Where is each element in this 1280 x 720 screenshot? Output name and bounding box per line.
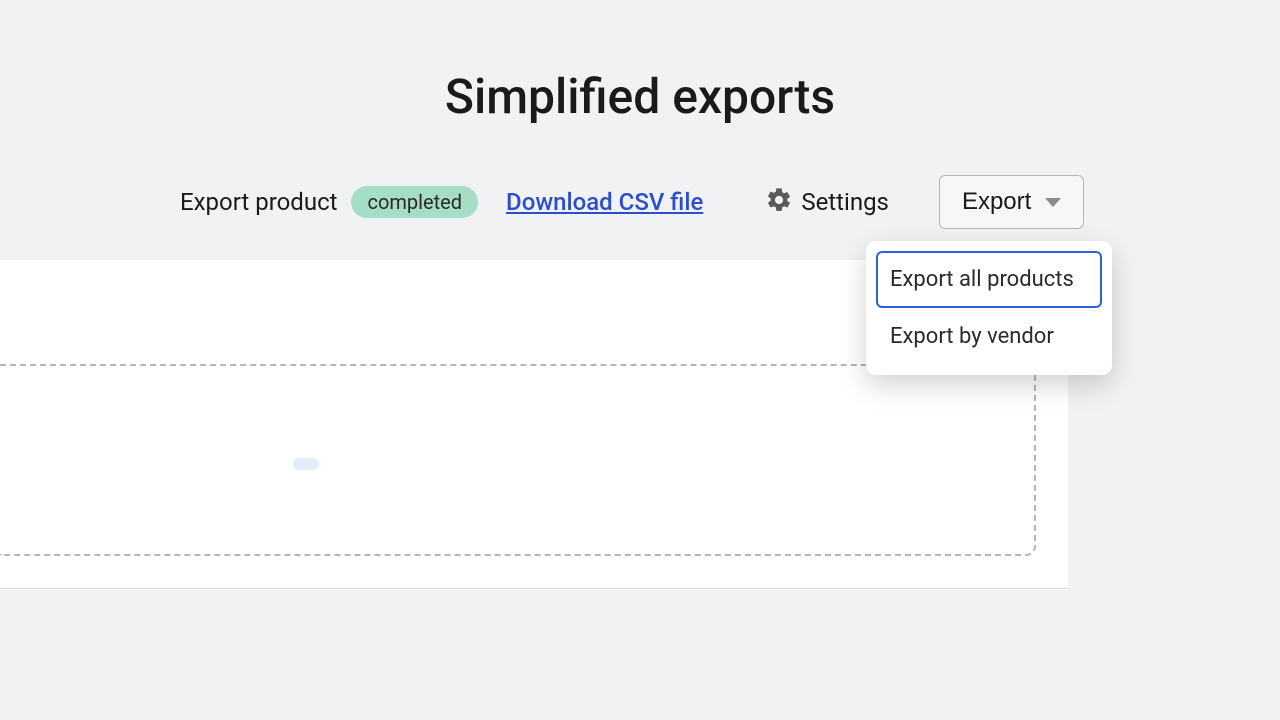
status-badge: completed: [351, 186, 478, 218]
download-csv-link[interactable]: Download CSV file: [506, 188, 703, 216]
settings-button[interactable]: Settings: [765, 186, 889, 218]
placeholder-pill: [293, 458, 319, 470]
export-product-label: Export product: [180, 188, 337, 216]
settings-label: Settings: [801, 188, 889, 216]
toolbar: Export product completed Download CSV fi…: [0, 175, 1280, 229]
dropdown-item-export-all[interactable]: Export all products: [876, 251, 1102, 308]
gear-icon: [765, 186, 793, 218]
chevron-down-icon: [1045, 198, 1061, 207]
export-button[interactable]: Export: [939, 175, 1084, 229]
export-dropdown: Export all products Export by vendor: [866, 241, 1112, 375]
dropdown-item-export-vendor[interactable]: Export by vendor: [876, 308, 1102, 365]
export-button-label: Export: [962, 188, 1031, 216]
divider: [0, 588, 1068, 589]
dropzone-area[interactable]: [0, 364, 1036, 556]
page-title: Simplified exports: [0, 0, 1280, 175]
